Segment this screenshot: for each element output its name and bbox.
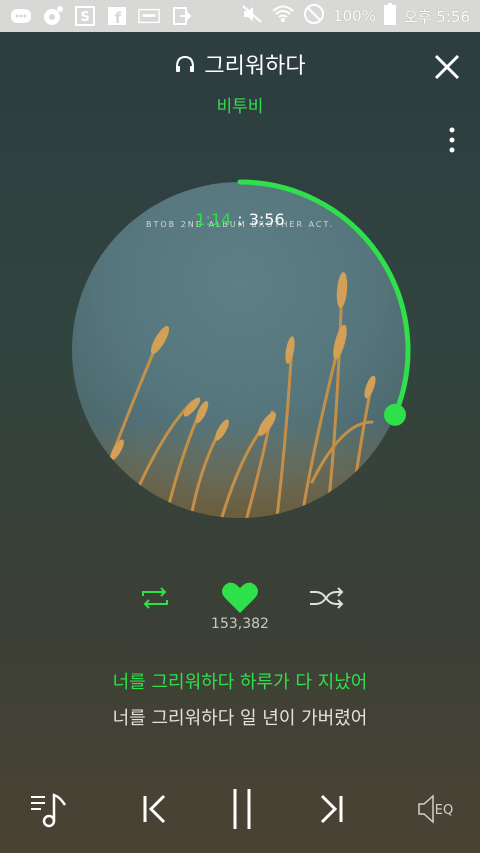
transport-bar: EQ bbox=[0, 784, 480, 834]
svg-text:S: S bbox=[80, 10, 89, 25]
repeat-icon bbox=[142, 587, 168, 609]
previous-button[interactable] bbox=[134, 784, 174, 834]
shuffle-icon bbox=[310, 587, 344, 609]
previous-icon bbox=[143, 794, 166, 824]
eq-button[interactable]: EQ bbox=[412, 784, 460, 834]
clock: 오후 5:56 bbox=[403, 7, 470, 26]
like-button[interactable] bbox=[220, 578, 260, 618]
screen-share-icon bbox=[170, 5, 192, 27]
do-not-disturb-icon bbox=[303, 3, 325, 29]
playlist-button[interactable] bbox=[24, 784, 72, 834]
svg-text:f: f bbox=[115, 9, 122, 26]
chat-bubble-icon bbox=[10, 5, 32, 27]
pause-icon bbox=[233, 789, 251, 829]
battery-icon bbox=[383, 3, 396, 29]
time-display: 1:14:3:56 bbox=[0, 210, 480, 229]
next-icon bbox=[320, 794, 343, 824]
playback-options bbox=[0, 578, 480, 618]
current-time: 1:14 bbox=[195, 210, 232, 229]
close-button[interactable] bbox=[432, 52, 462, 82]
time-separator: : bbox=[237, 210, 243, 229]
svg-text:EQ: EQ bbox=[435, 803, 453, 818]
next-button[interactable] bbox=[312, 784, 352, 834]
pause-button[interactable] bbox=[222, 784, 262, 834]
playlist-icon bbox=[31, 793, 67, 828]
artist-name[interactable]: 비투비 bbox=[0, 92, 480, 117]
eq-icon: EQ bbox=[418, 794, 453, 824]
shuffle-button[interactable] bbox=[306, 578, 346, 618]
wifi-icon bbox=[271, 4, 295, 28]
app-badge-icon bbox=[138, 5, 160, 27]
more-vertical-icon bbox=[449, 127, 455, 153]
song-title-text: 그리워하다 bbox=[204, 54, 306, 79]
status-bar: S f 100% 오후 5:56 bbox=[0, 0, 480, 32]
total-time: 3:56 bbox=[248, 210, 285, 229]
s-app-icon: S bbox=[74, 5, 96, 27]
lyric-next-line[interactable]: 너를 그리워하다 일 년이 가버렸어 bbox=[0, 704, 480, 730]
facebook-icon: f bbox=[106, 5, 128, 27]
repeat-button[interactable] bbox=[135, 578, 175, 618]
like-count: 153,382 bbox=[211, 616, 269, 632]
lyric-current-line[interactable]: 너를 그리워하다 하루가 다 지났어 bbox=[0, 668, 480, 694]
more-options-button[interactable] bbox=[446, 125, 458, 157]
music-app-icon bbox=[42, 5, 64, 27]
battery-percent: 100% bbox=[333, 7, 376, 25]
headphones-icon bbox=[176, 55, 195, 72]
song-title: 그리워하다 bbox=[174, 48, 306, 80]
progress-knob[interactable] bbox=[384, 403, 407, 426]
track-header: 그리워하다 bbox=[0, 48, 480, 80]
heart-icon bbox=[222, 582, 258, 613]
close-icon bbox=[434, 54, 460, 80]
mute-icon bbox=[241, 4, 263, 28]
